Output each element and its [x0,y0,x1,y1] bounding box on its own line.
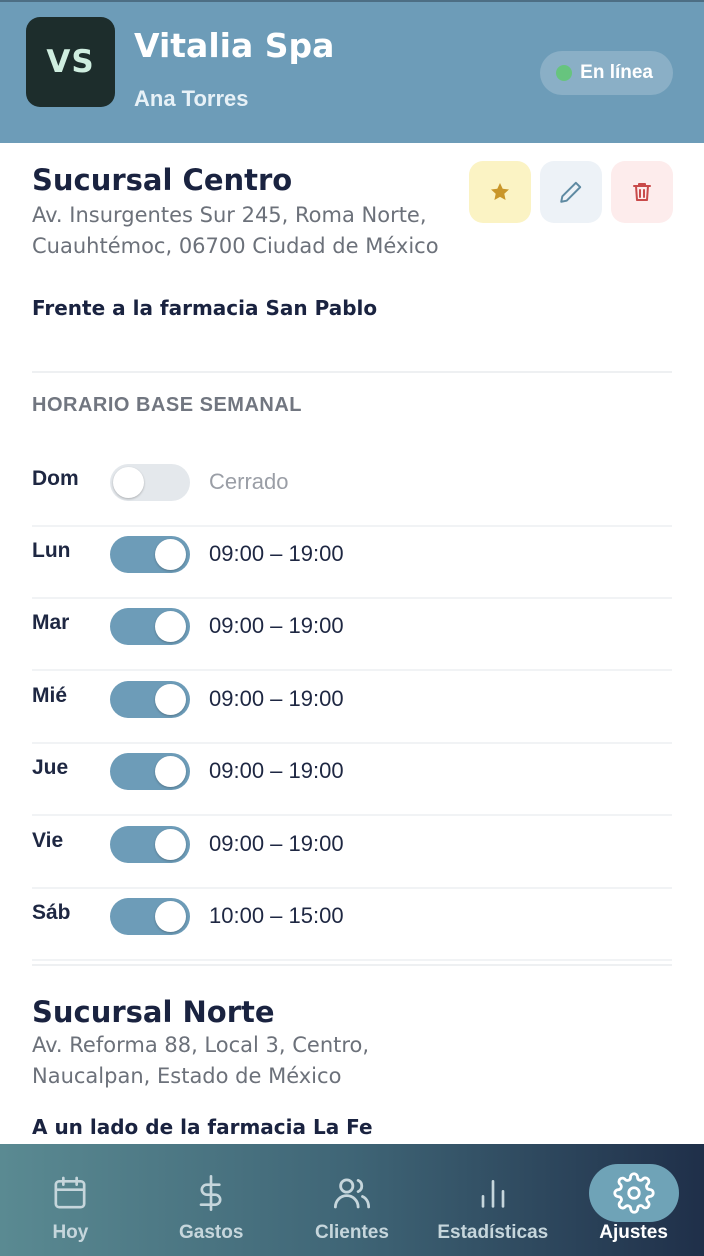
toggle-knob [155,611,186,642]
branch-address-line2: Naucalpan, Estado de México [32,1064,342,1088]
nav-item-hoy[interactable]: Hoy [0,1144,141,1256]
day-label: Lun [32,539,71,562]
app-header: VS Vitalia Spa Ana Torres En línea [0,0,704,143]
day-hours[interactable]: 09:00 – 19:00 [209,686,344,712]
day-toggle[interactable] [110,826,190,863]
branch-name: Sucursal Centro [32,163,293,197]
day-label: Mar [32,611,70,634]
nav-item-ajustes[interactable]: Ajustes [563,1144,704,1256]
gear-icon [612,1172,655,1214]
day-hours[interactable]: 09:00 – 19:00 [209,613,344,639]
nav-item-gastos[interactable]: Gastos [141,1144,282,1256]
pencil-icon [560,181,582,203]
branch-reference: Frente a la farmacia San Pablo [32,296,378,320]
branch-address-line1: Av. Reforma 88, Local 3, Centro, [32,1033,370,1057]
schedule-row-jue: Jue 09:00 – 19:00 [32,744,672,816]
day-toggle[interactable] [110,898,190,935]
status-text: En línea [580,62,653,83]
business-logo: VS [26,17,115,107]
users-icon [333,1178,371,1209]
status-badge: En línea [540,51,673,95]
divider [32,964,672,966]
trash-icon [633,183,651,201]
nav-label: Estadísticas [437,1222,549,1243]
day-toggle[interactable] [110,536,190,573]
nav-label: Clientes [315,1222,389,1243]
delete-button[interactable] [611,161,673,223]
day-label: Jue [32,756,69,779]
day-hours[interactable]: 09:00 – 19:00 [209,831,344,857]
user-name: Ana Torres [134,86,249,111]
star-icon [491,183,509,200]
day-toggle[interactable] [110,608,190,645]
logo-initials: VS [46,44,95,80]
day-label: Sáb [32,901,71,924]
bottom-nav: Hoy Gastos Clientes Estadísticas Ajustes [0,1144,704,1256]
branch-reference: A un lado de la farmacia La Fe [32,1115,373,1139]
day-toggle[interactable] [110,464,190,501]
day-hours[interactable]: Cerrado [209,469,288,495]
bar-chart-icon [481,1180,505,1208]
divider [32,371,672,373]
nav-item-estadisticas[interactable]: Estadísticas [422,1144,563,1256]
toggle-knob [155,756,186,787]
day-hours[interactable]: 09:00 – 19:00 [209,541,344,567]
toggle-knob [155,539,186,570]
branch-address-line1: Av. Insurgentes Sur 245, Roma Norte, [32,203,427,227]
toggle-knob [155,684,186,715]
edit-button[interactable] [540,161,602,223]
schedule-row-lun: Lun 09:00 – 19:00 [32,527,672,599]
schedule-section-title: HORARIO BASE SEMANAL [32,394,303,416]
branch-address: Av. Insurgentes Sur 245, Roma Norte, Cua… [32,200,472,262]
schedule-row-dom: Dom Cerrado [32,455,672,527]
dollar-icon [199,1175,222,1211]
schedule-row-mar: Mar 09:00 – 19:00 [32,599,672,671]
branch-name: Sucursal Norte [32,995,275,1029]
calendar-icon [54,1176,86,1209]
toggle-knob [113,467,144,498]
nav-label: Hoy [52,1222,89,1243]
schedule-row-sab: Sáb 10:00 – 15:00 [32,889,672,961]
day-label: Mié [32,684,68,707]
toggle-knob [155,829,186,860]
schedule-row-vie: Vie 09:00 – 19:00 [32,817,672,889]
day-toggle[interactable] [110,753,190,790]
nav-label: Ajustes [599,1222,668,1243]
day-toggle[interactable] [110,681,190,718]
favorite-button[interactable] [469,161,531,223]
nav-item-clientes[interactable]: Clientes [282,1144,423,1256]
branch-address: Av. Reforma 88, Local 3, Centro, Naucalp… [32,1030,472,1092]
day-label: Dom [32,467,79,490]
schedule-row-mie: Mié 09:00 – 19:00 [32,672,672,744]
branch-actions [469,161,673,223]
toggle-knob [155,901,186,932]
day-label: Vie [32,829,64,852]
nav-label: Gastos [178,1222,244,1243]
branch-address-line2: Cuauhtémoc, 06700 Ciudad de México [32,234,439,258]
business-name: Vitalia Spa [134,26,335,65]
day-hours[interactable]: 09:00 – 19:00 [209,758,344,784]
online-dot-icon [556,65,573,81]
day-hours[interactable]: 10:00 – 15:00 [209,903,344,929]
